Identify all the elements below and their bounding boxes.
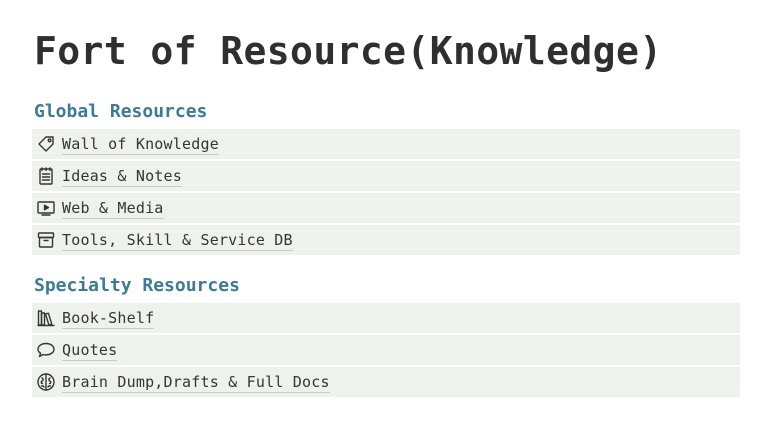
link-label: Ideas & Notes [62,166,182,187]
link-label: Quotes [62,340,118,361]
link-wall-of-knowledge[interactable]: Wall of Knowledge [32,129,740,159]
page-title: Fort of Resource(Knowledge) [34,29,663,73]
brain-icon [35,371,57,393]
books-icon [35,307,57,329]
global-resources-list: Wall of Knowledge Ideas & Notes Web & Me… [32,129,740,257]
section-heading-specialty-resources: Specialty Resources [34,275,240,296]
link-label: Brain Dump,Drafts & Full Docs [62,372,330,393]
link-quotes[interactable]: Quotes [32,335,740,365]
link-book-shelf[interactable]: Book-Shelf [32,303,740,333]
video-player-icon [35,197,57,219]
link-label: Book-Shelf [62,308,155,329]
archive-box-icon [35,229,57,251]
link-web-media[interactable]: Web & Media [32,193,740,223]
section-heading-global-resources: Global Resources [34,101,208,122]
specialty-resources-list: Book-Shelf Quotes Brain Dump,Drafts & Fu… [32,303,740,399]
link-tools-skill-service-db[interactable]: Tools, Skill & Service DB [32,225,740,255]
notion-page: Fort of Resource(Knowledge) Global Resou… [0,0,772,444]
tag-icon [35,133,57,155]
notepad-icon [35,165,57,187]
link-label: Web & Media [62,198,164,219]
speech-bubble-icon [35,339,57,361]
link-label: Tools, Skill & Service DB [62,230,293,251]
link-brain-dump-drafts-full-docs[interactable]: Brain Dump,Drafts & Full Docs [32,367,740,397]
link-ideas-notes[interactable]: Ideas & Notes [32,161,740,191]
link-label: Wall of Knowledge [62,134,219,155]
